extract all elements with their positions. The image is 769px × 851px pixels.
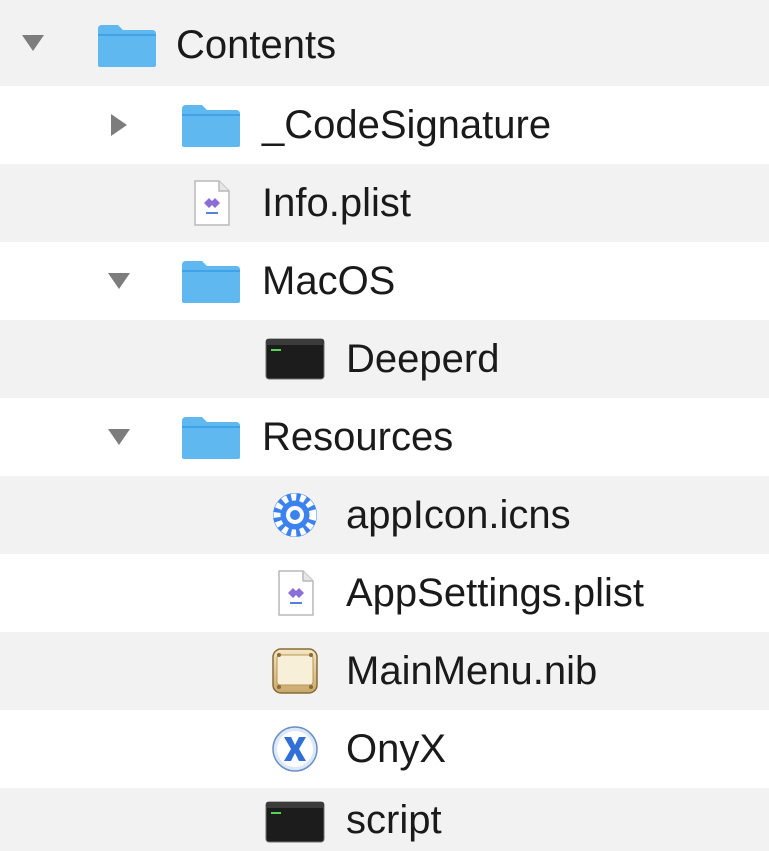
file-tree: Contents _CodeSignature Info.plist MacOS… <box>0 0 769 851</box>
icns-file-icon <box>264 491 326 539</box>
tree-row-mainmenu-nib[interactable]: MainMenu.nib <box>0 632 769 710</box>
tree-item-label: MacOS <box>262 259 396 303</box>
tree-row-script[interactable]: script <box>0 788 769 851</box>
tree-item-label: _CodeSignature <box>262 103 552 147</box>
tree-item-label: Contents <box>176 23 337 67</box>
tree-item-label: Resources <box>262 415 454 459</box>
folder-icon <box>96 21 158 69</box>
disclosure-collapsed-icon[interactable] <box>106 112 132 138</box>
plist-file-icon <box>180 179 242 227</box>
tree-item-label: Deeperd <box>346 337 500 381</box>
tree-row-resources[interactable]: Resources <box>0 398 769 476</box>
tree-row-appicon-icns[interactable]: appIcon.icns <box>0 476 769 554</box>
onyx-app-icon <box>264 725 326 773</box>
tree-row-codesignature[interactable]: _CodeSignature <box>0 86 769 164</box>
tree-row-contents[interactable]: Contents <box>0 0 769 86</box>
tree-row-onyx[interactable]: OnyX <box>0 710 769 788</box>
tree-item-label: OnyX <box>346 727 447 771</box>
tree-item-label: appIcon.icns <box>346 493 571 537</box>
tree-item-label: Info.plist <box>262 181 411 225</box>
folder-icon <box>180 413 242 461</box>
disclosure-expanded-icon[interactable] <box>20 30 46 56</box>
tree-row-info-plist[interactable]: Info.plist <box>0 164 769 242</box>
tree-row-macos[interactable]: MacOS <box>0 242 769 320</box>
folder-icon <box>180 257 242 305</box>
tree-item-label: script <box>346 798 442 842</box>
tree-item-label: MainMenu.nib <box>346 649 598 693</box>
plist-file-icon <box>264 569 326 617</box>
tree-item-label: AppSettings.plist <box>346 571 644 615</box>
tree-row-appsettings-plist[interactable]: AppSettings.plist <box>0 554 769 632</box>
disclosure-expanded-icon[interactable] <box>106 268 132 294</box>
tree-row-deeperd[interactable]: Deeperd <box>0 320 769 398</box>
nib-file-icon <box>264 647 326 695</box>
disclosure-expanded-icon[interactable] <box>106 424 132 450</box>
folder-icon <box>180 101 242 149</box>
terminal-exec-icon <box>264 335 326 383</box>
